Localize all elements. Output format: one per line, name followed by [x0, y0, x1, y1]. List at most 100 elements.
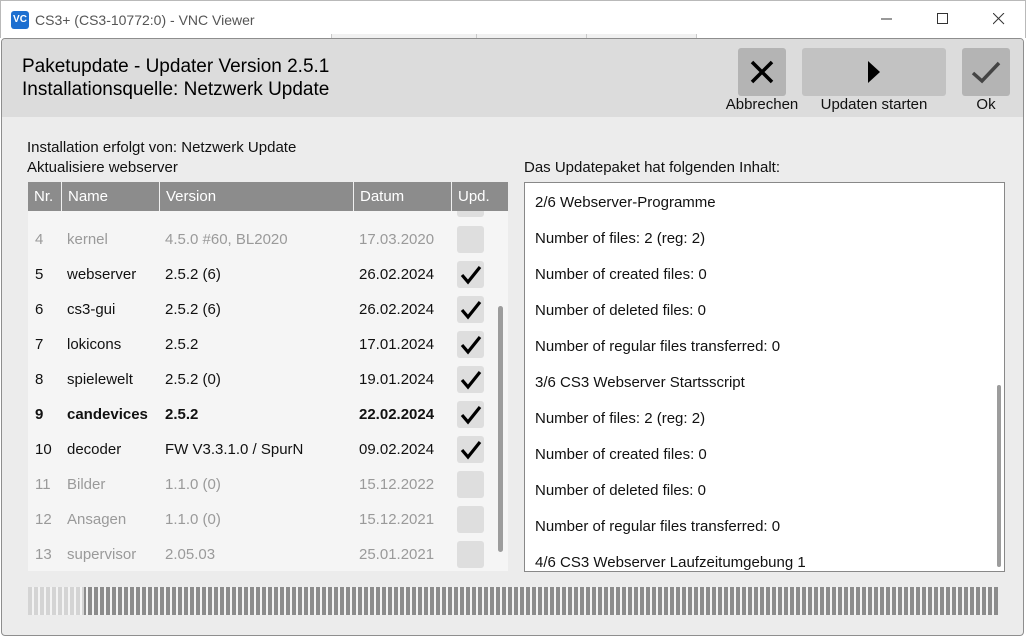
content-scrollbar[interactable]: [997, 385, 1001, 567]
row-name: supervisor: [67, 546, 137, 563]
row-version: 4.5.0 #60, BL2020: [165, 231, 288, 248]
table-row[interactable]: 11 Bilder 1.1.0 (0) 15.12.2022: [28, 467, 498, 502]
content-line: 4/6 CS3 Webserver Laufzeitumgebung 1: [535, 554, 806, 571]
dialog-title: Paketupdate - Updater Version 2.5.1: [22, 56, 330, 77]
row-nr: 13: [35, 546, 52, 563]
update-checkbox[interactable]: [457, 226, 484, 253]
row-date: 26.02.2024: [359, 301, 435, 318]
check-icon: [971, 61, 1001, 84]
check-icon: [460, 440, 481, 460]
row-name: Bilder: [67, 476, 106, 493]
table-row[interactable]: 5 webserver 2.5.2 (6) 26.02.2024: [28, 257, 498, 292]
row-version: 1.1.0 (0): [165, 511, 221, 528]
update-checkbox[interactable]: [457, 261, 484, 288]
ok-label: Ok: [976, 96, 996, 113]
check-icon: [460, 300, 481, 320]
row-nr: 11: [35, 476, 51, 493]
row-date: 15.12.2021: [359, 511, 435, 528]
maximize-icon: [937, 13, 948, 24]
table-row[interactable]: 8 spielewelt 2.5.2 (0) 19.01.2024: [28, 362, 498, 397]
cancel-button[interactable]: [738, 48, 786, 96]
content-line: Number of regular files transferred: 0: [535, 338, 781, 355]
update-checkbox[interactable]: [457, 436, 484, 463]
window-titlebar: VC CS3+ (CS3-10772:0) - VNC Viewer: [0, 0, 1026, 40]
minimize-button[interactable]: [859, 1, 915, 37]
update-checkbox[interactable]: [457, 506, 484, 533]
start-update-label: Updaten starten: [820, 96, 928, 113]
dialog-header: Paketupdate - Updater Version 2.5.1 Inst…: [2, 39, 1023, 117]
update-progress-bar: [28, 587, 998, 615]
row-version: 1.1.0 (0): [165, 476, 221, 493]
minimize-icon: [881, 18, 892, 20]
cancel-label: Abbrechen: [725, 96, 799, 113]
row-date: 25.01.2021: [359, 546, 435, 563]
close-icon: [750, 60, 774, 84]
table-row-partial: [28, 211, 498, 217]
content-line: Number of deleted files: 0: [535, 302, 706, 319]
table-row[interactable]: 12 Ansagen 1.1.0 (0) 15.12.2021: [28, 502, 498, 537]
progress-start-segment: [28, 587, 84, 615]
table-row[interactable]: 13 supervisor 2.05.03 25.01.2021: [28, 537, 498, 571]
update-content-log[interactable]: 2/6 Webserver-Programme Number of files: …: [524, 182, 1005, 572]
row-version: FW V3.3.1.0 / SpurN: [165, 441, 304, 458]
row-version: 2.5.2 (6): [165, 266, 221, 283]
update-checkbox[interactable]: [457, 471, 484, 498]
table-row[interactable]: 4 kernel 4.5.0 #60, BL2020 17.03.2020: [28, 222, 498, 257]
content-label: Das Updatepaket hat folgenden Inhalt:: [524, 159, 781, 176]
close-icon: [993, 13, 1005, 25]
table-row[interactable]: 10 decoder FW V3.3.1.0 / SpurN 09.02.2024: [28, 432, 498, 467]
update-checkbox[interactable]: [457, 296, 484, 323]
row-name: candevices: [67, 406, 148, 423]
content-line: Number of created files: 0: [535, 446, 707, 463]
close-window-button[interactable]: [971, 1, 1026, 37]
content-line: 3/6 CS3 Webserver Startsscript: [535, 374, 745, 391]
row-date: 26.02.2024: [359, 266, 435, 283]
table-body[interactable]: 4 kernel 4.5.0 #60, BL2020 17.03.2020 5 webse…: [28, 211, 508, 571]
content-line: Number of files: 2 (reg: 2): [535, 230, 706, 247]
column-header-update: Upd.: [458, 188, 490, 205]
table-scrollbar[interactable]: [498, 306, 503, 552]
row-nr: 10: [35, 441, 52, 458]
play-icon: [868, 61, 880, 83]
update-checkbox[interactable]: [457, 401, 484, 428]
update-checkbox[interactable]: [457, 366, 484, 393]
row-version: 2.5.2 (6): [165, 301, 221, 318]
table-row[interactable]: 6 cs3-gui 2.5.2 (6) 26.02.2024: [28, 292, 498, 327]
update-checkbox[interactable]: [457, 211, 484, 217]
start-update-button[interactable]: [802, 48, 946, 96]
update-checkbox[interactable]: [457, 541, 484, 568]
row-nr: 4: [35, 231, 44, 248]
row-version: 2.05.03: [165, 546, 216, 563]
ok-button[interactable]: [962, 48, 1010, 96]
maximize-button[interactable]: [915, 1, 971, 37]
row-nr: 9: [35, 406, 44, 423]
content-line: Number of deleted files: 0: [535, 482, 706, 499]
progress-fill: [28, 587, 998, 615]
row-version: 2.5.2: [165, 336, 199, 353]
row-name: cs3-gui: [67, 301, 116, 318]
row-date: 17.01.2024: [359, 336, 435, 353]
row-version: 2.5.2: [165, 406, 199, 423]
content-line: Number of files: 2 (reg: 2): [535, 410, 706, 427]
check-icon: [460, 335, 481, 355]
table-row[interactable]: 7 lokicons 2.5.2 17.01.2024: [28, 327, 498, 362]
check-icon: [460, 370, 481, 390]
row-date: 19.01.2024: [359, 371, 435, 388]
update-checkbox[interactable]: [457, 331, 484, 358]
window-title: CS3+ (CS3-10772:0) - VNC Viewer: [35, 12, 255, 28]
row-nr: 12: [35, 511, 52, 528]
content-line: 2/6 Webserver-Programme: [535, 194, 716, 211]
row-date: 15.12.2022: [359, 476, 435, 493]
table-row[interactable]: 9 candevices 2.5.2 22.02.2024: [28, 397, 498, 432]
row-name: lokicons: [67, 336, 122, 353]
column-header-nr: Nr.: [28, 182, 62, 211]
content-line: Number of created files: 0: [535, 266, 707, 283]
column-header-date: Datum: [354, 182, 452, 211]
column-header-version: Version: [160, 182, 354, 211]
install-source-text: Installation erfolgt von: Netzwerk Updat…: [27, 139, 297, 156]
column-header-name: Name: [62, 182, 160, 211]
cs3-app: Paketupdate - Updater Version 2.5.1 Inst…: [1, 38, 1024, 636]
package-table: Nr. Name Version Datum Upd. 4 kernel 4.5.0…: [28, 182, 508, 571]
row-nr: 8: [35, 371, 44, 388]
row-nr: 7: [35, 336, 44, 353]
